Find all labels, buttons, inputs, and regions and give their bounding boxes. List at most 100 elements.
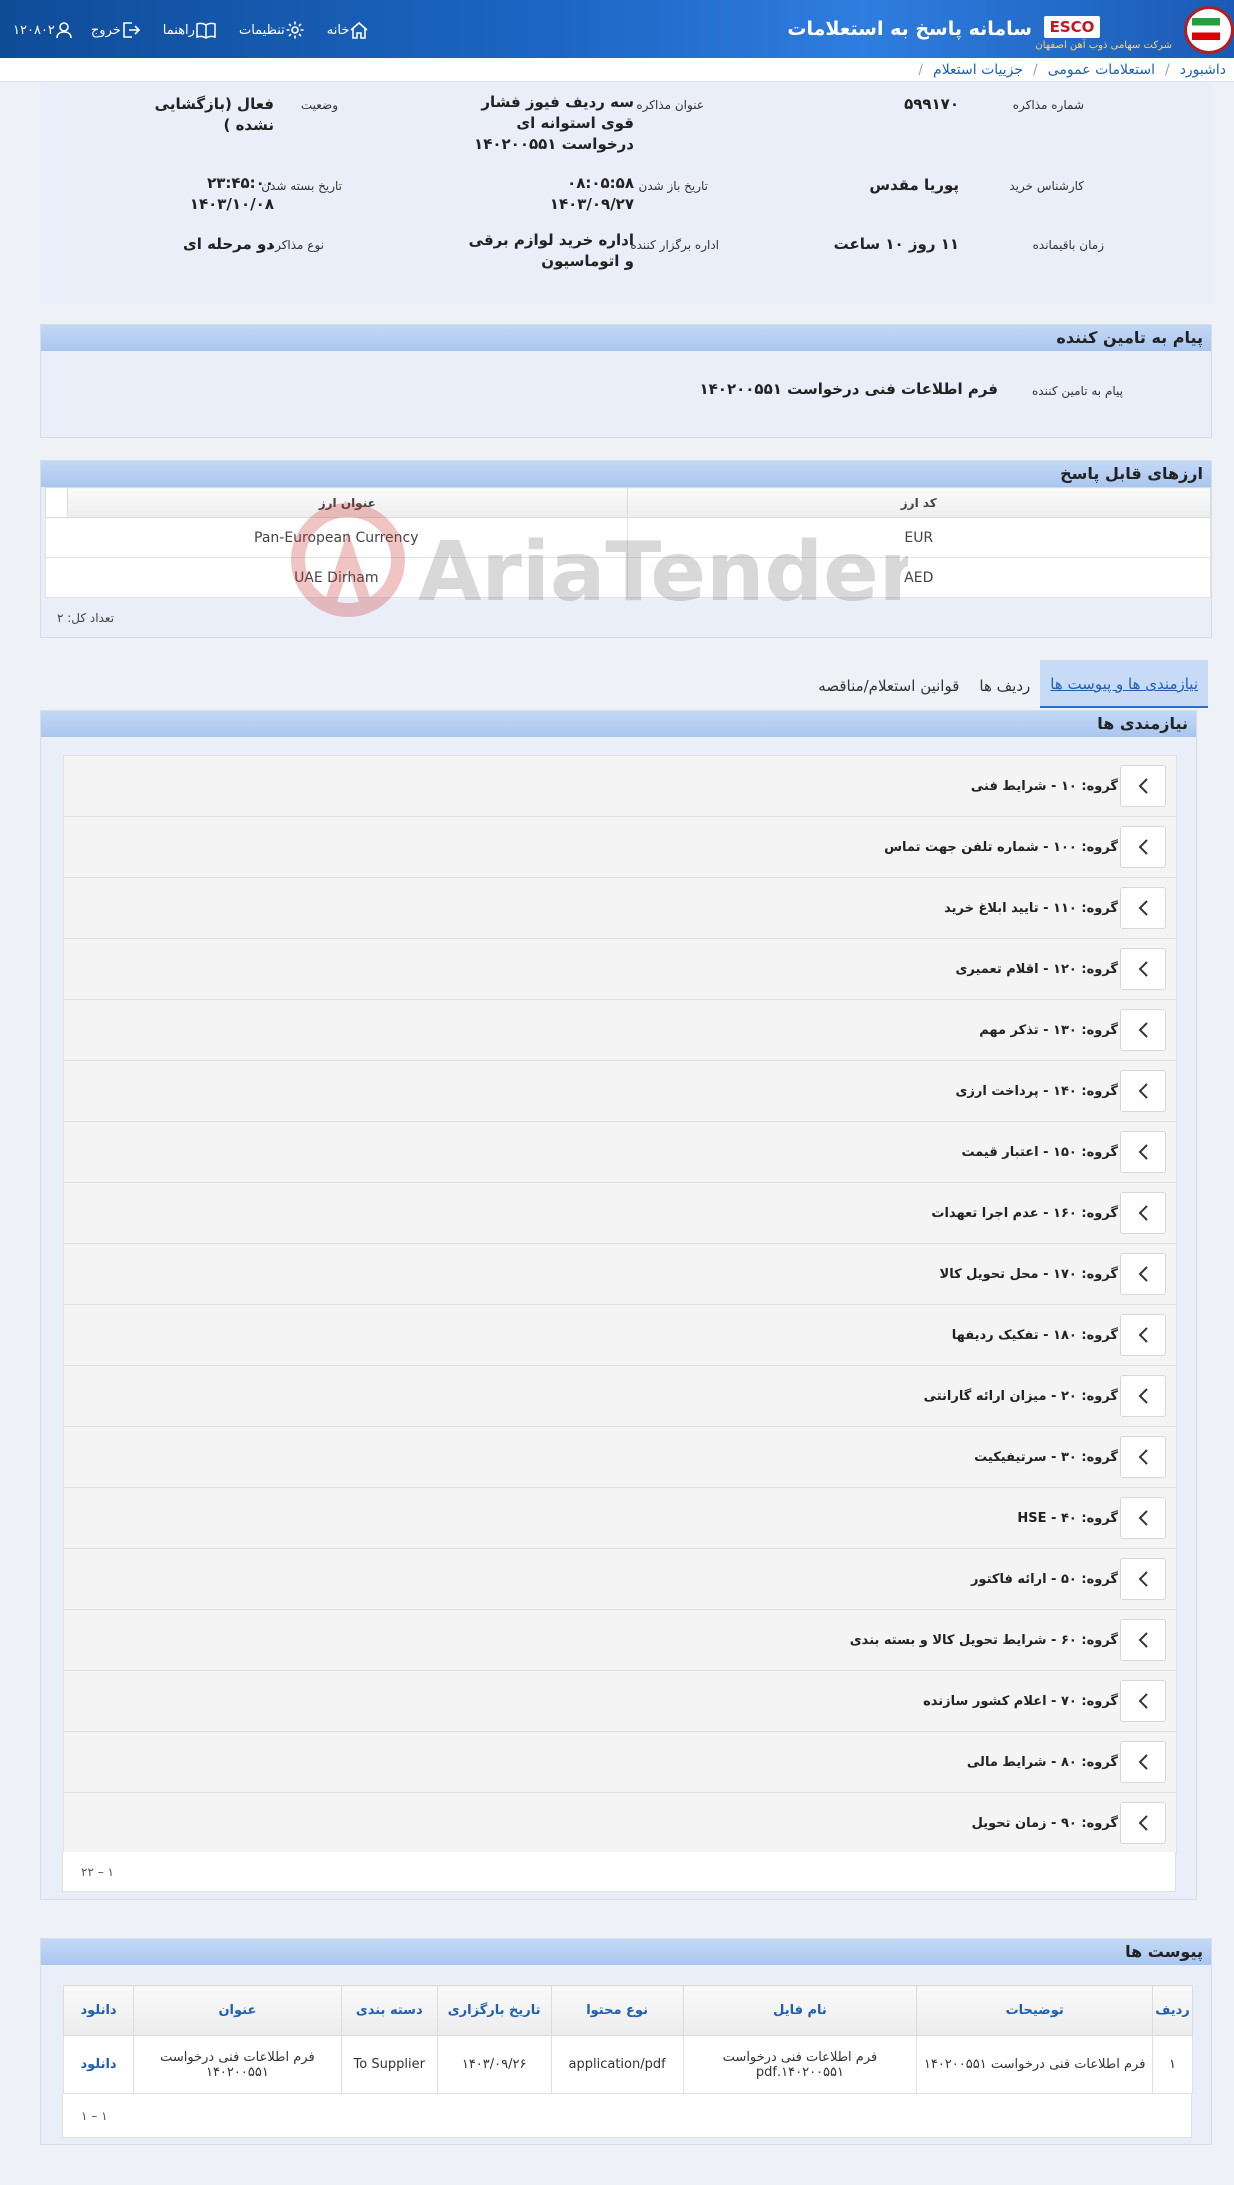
close-time: ۲۳:۴۵:۰۰	[207, 174, 274, 192]
requirement-group-row[interactable]: گروه: ۲۰ - میزان ارائه گارانتی	[64, 1366, 1176, 1427]
expand-button[interactable]	[1120, 1497, 1166, 1539]
expand-button[interactable]	[1120, 1131, 1166, 1173]
gear-icon	[286, 21, 304, 39]
requirement-group-row[interactable]: گروه: ۴۰ - HSE	[64, 1488, 1176, 1549]
attachments-pagination: ۱ – ۱	[62, 2094, 1192, 2138]
requirement-group-row[interactable]: گروه: ۳۰ - سرتیفیکیت	[64, 1427, 1176, 1488]
attachment-row-number: ۱	[1152, 2035, 1193, 2094]
breadcrumb-public-inquiries[interactable]: استعلامات عمومی	[1048, 62, 1155, 78]
negotiation-type: دو مرحله ای	[182, 235, 274, 253]
requirement-group-label: گروه: ۱۸۰ - تفکیک ردیفها	[951, 1327, 1118, 1343]
requirement-group-label: گروه: ۳۰ - سرتیفیکیت	[974, 1449, 1118, 1465]
requirement-group-row[interactable]: گروه: ۱۱۰ - تایید ابلاغ خرید	[64, 878, 1176, 939]
requirement-group-row[interactable]: گروه: ۷۰ - اعلام کشور سازنده	[64, 1671, 1176, 1732]
top-nav: ۱۲۰۸۰۲ خروج راهنما تنظیمات خانه	[4, 20, 382, 40]
expand-button[interactable]	[1120, 1253, 1166, 1295]
supplier-message-label: پیام به تامین کننده	[1032, 384, 1123, 398]
status-label: وضعیت	[300, 98, 338, 112]
negotiation-number-label: شماره مذاکره	[1012, 98, 1084, 112]
top-header: ESCO شرکت سهامی ذوب آهن اصفهان سامانه پا…	[0, 0, 1234, 58]
attachment-file-name: فرم اطلاعات فنی درخواست ۱۴۰۲۰۰۵۵۱.pdf	[682, 2035, 918, 2094]
buyer-expert: پوریا مقدس	[869, 176, 959, 194]
user-menu[interactable]: ۱۲۰۸۰۲	[4, 21, 82, 39]
negotiation-type-label: نوع مذاکره	[268, 238, 324, 252]
expand-button[interactable]	[1120, 1192, 1166, 1234]
col-download: دانلود	[62, 1985, 135, 2036]
expand-button[interactable]	[1120, 765, 1166, 807]
chevron-left-icon	[1138, 1754, 1148, 1770]
requirements-pagination: ۱ – ۲۲	[62, 1852, 1176, 1892]
requirement-group-row[interactable]: گروه: ۱۶۰ - عدم اجرا تعهدات	[64, 1183, 1176, 1244]
chevron-left-icon	[1138, 1266, 1148, 1282]
close-date: ۱۴۰۳/۱۰/۰۸	[189, 195, 274, 213]
tab-rows[interactable]: ردیف ها	[969, 664, 1040, 708]
guide-link[interactable]: راهنما	[154, 21, 230, 39]
tab-requirements-attachments[interactable]: نیازمندی ها و پیوست ها	[1040, 660, 1208, 708]
supplier-message-title: پیام به تامین کننده	[41, 325, 1211, 351]
currency-name: Pan-European Currency	[45, 517, 628, 558]
requirement-group-row[interactable]: گروه: ۹۰ - زمان تحویل	[64, 1793, 1176, 1854]
col-currency-code: کد ارز	[626, 487, 1212, 518]
chevron-left-icon	[1138, 1510, 1148, 1526]
chevron-left-icon	[1138, 1693, 1148, 1709]
breadcrumb-inquiry-details[interactable]: جزییات استعلام	[933, 62, 1023, 78]
negotiation-title-label: عنوان مذاکره	[636, 98, 704, 112]
tab-rules[interactable]: قوانین استعلام/مناقصه	[808, 664, 969, 708]
tab-label: نیازمندی ها و پیوست ها	[1050, 675, 1198, 693]
home-link[interactable]: خانه	[318, 21, 383, 39]
remaining-time: ۱۱ روز ۱۰ ساعت	[833, 235, 959, 253]
requirement-group-row[interactable]: گروه: ۱۲۰ - اقلام تعمیری	[64, 939, 1176, 1000]
requirement-group-label: گروه: ۲۰ - میزان ارائه گارانتی	[923, 1388, 1118, 1404]
brand-subtitle: شرکت سهامی ذوب آهن اصفهان	[1035, 40, 1172, 51]
chevron-left-icon	[1138, 778, 1148, 794]
requirement-group-row[interactable]: گروه: ۸۰ - شرایط مالی	[64, 1732, 1176, 1793]
expand-button[interactable]	[1120, 948, 1166, 990]
expand-button[interactable]	[1120, 1375, 1166, 1417]
expand-button[interactable]	[1120, 826, 1166, 868]
download-link[interactable]: دانلود	[62, 2035, 135, 2094]
requirement-group-row[interactable]: گروه: ۱۴۰ - پرداخت ارزی	[64, 1061, 1176, 1122]
open-date: ۱۴۰۳/۰۹/۲۷	[549, 195, 634, 213]
expand-button[interactable]	[1120, 887, 1166, 929]
expand-button[interactable]	[1120, 1619, 1166, 1661]
breadcrumb-dashboard[interactable]: داشبورد	[1180, 62, 1226, 78]
chevron-left-icon	[1138, 839, 1148, 855]
expand-button[interactable]	[1120, 1558, 1166, 1600]
requirement-group-row[interactable]: گروه: ۱۵۰ - اعتبار قیمت	[64, 1122, 1176, 1183]
open-date-label: تاریخ باز شدن	[638, 179, 708, 193]
requirement-group-row[interactable]: گروه: ۶۰ - شرایط تحویل کالا و بسته بندی	[64, 1610, 1176, 1671]
expand-button[interactable]	[1120, 1680, 1166, 1722]
iran-flag-icon	[1192, 18, 1220, 40]
requirement-group-row[interactable]: گروه: ۱۷۰ - محل تحویل کالا	[64, 1244, 1176, 1305]
requirement-group-row[interactable]: گروه: ۱۳۰ - تذکر مهم	[64, 1000, 1176, 1061]
zob-ahan-logo	[1172, 4, 1234, 54]
requirement-group-label: گروه: ۱۶۰ - عدم اجرا تعهدات	[931, 1205, 1118, 1221]
currencies-total-count: تعداد کل: ۲	[57, 611, 115, 625]
expand-button[interactable]	[1120, 1314, 1166, 1356]
expand-button[interactable]	[1120, 1802, 1166, 1844]
negotiation-title: سه ردیف فیوز فشار قوی استوانه ای درخواست…	[474, 93, 634, 153]
requirement-group-row[interactable]: گروه: ۱۸۰ - تفکیک ردیفها	[64, 1305, 1176, 1366]
requirement-group-row[interactable]: گروه: ۱۰۰ - شماره تلفن جهت تماس	[64, 817, 1176, 878]
requirement-group-label: گروه: ۱۰۰ - شماره تلفن جهت تماس	[884, 839, 1118, 855]
requirement-group-label: گروه: ۵۰ - ارائه فاکتور	[970, 1571, 1118, 1587]
table-row: AED UAE Dirham	[45, 557, 1212, 598]
chevron-left-icon	[1138, 1815, 1148, 1831]
currencies-header-row: کد ارز عنوان ارز	[45, 487, 1212, 518]
currencies-panel: ارزهای قابل پاسخ کد ارز عنوان ارز EUR Pa…	[40, 460, 1212, 638]
currency-code: AED	[626, 557, 1212, 598]
logout-link[interactable]: خروج	[82, 21, 154, 39]
expand-button[interactable]	[1120, 1436, 1166, 1478]
attachment-title: فرم اطلاعات فنی درخواست ۱۴۰۲۰۰۵۵۱	[133, 2035, 342, 2094]
requirement-group-row[interactable]: گروه: ۵۰ - ارائه فاکتور	[64, 1549, 1176, 1610]
requirement-group-label: گروه: ۱۷۰ - محل تحویل کالا	[939, 1266, 1118, 1282]
settings-link[interactable]: تنظیمات	[230, 20, 318, 40]
organizer: اداره خرید لوازم برقی و اتوماسیون	[468, 231, 634, 270]
expand-button[interactable]	[1120, 1741, 1166, 1783]
col-currency-name: عنوان ارز	[67, 487, 628, 518]
requirement-group-row[interactable]: گروه: ۱۰ - شرایط فنی	[64, 756, 1176, 817]
book-icon	[196, 22, 216, 39]
expand-button[interactable]	[1120, 1009, 1166, 1051]
expand-button[interactable]	[1120, 1070, 1166, 1112]
attachments-table: ردیف توضیحات نام فایل نوع محتوا تاریخ با…	[62, 1985, 1193, 2094]
